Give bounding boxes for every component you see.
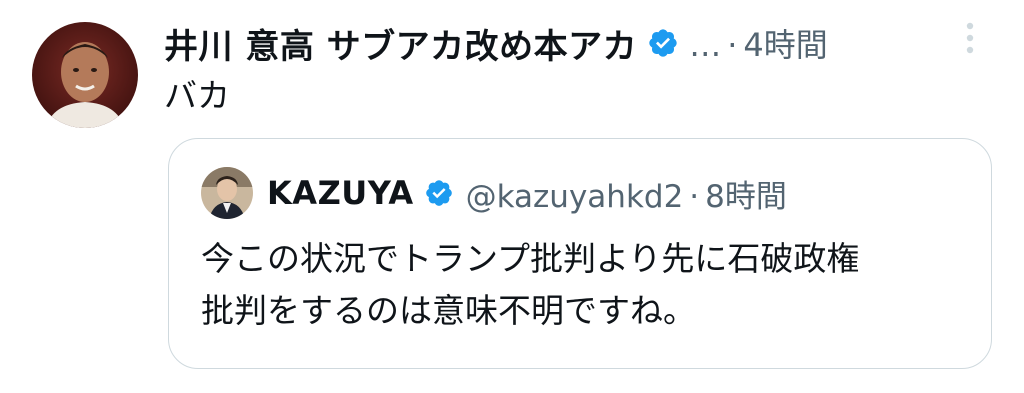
quoted-text-line: 今この状況でトランプ批判より先に石破政権 [201, 239, 860, 278]
verified-badge-icon[interactable] [647, 27, 679, 59]
quoted-author-handle[interactable]: @kazuyahkd2 [466, 179, 684, 215]
avatar-photo [201, 167, 253, 219]
quoted-tweet-timestamp[interactable]: 8時間 [705, 179, 787, 215]
tweet-timestamp[interactable]: 4時間 [743, 26, 827, 64]
meta-separator: · [689, 178, 700, 215]
quoted-tweet[interactable]: KAZUYA @kazuyahkd2 · 8時間 今この状況でトランプ批判より先に石… [168, 138, 992, 369]
author-avatar[interactable] [32, 22, 138, 128]
meta-separator: · [727, 26, 738, 64]
handle-ellipsis[interactable]: … [689, 26, 721, 64]
verified-badge-icon[interactable] [424, 178, 454, 208]
quoted-tweet-text: 今この状況でトランプ批判より先に石破政権 批判をするのは意味不明ですね。 [201, 233, 971, 337]
quoted-text-line: 批判をするのは意味不明ですね。 [201, 291, 696, 330]
quoted-author-avatar[interactable] [201, 167, 253, 219]
more-options-button[interactable] [948, 16, 992, 60]
tweet-text: バカ [164, 76, 230, 115]
avatar-photo [32, 22, 138, 128]
tweet-meta: … · 4時間 [689, 20, 828, 66]
quoted-tweet-header: KAZUYA @kazuyahkd2 · 8時間 [201, 165, 787, 221]
quoted-author-display-name[interactable]: KAZUYA [267, 174, 414, 212]
author-display-name[interactable]: 井川 意高 サブアカ改め本アカ [164, 19, 637, 68]
quoted-tweet-meta: @kazuyahkd2 · 8時間 [466, 171, 787, 216]
more-vertical-icon [966, 22, 974, 54]
tweet-header: 井川 意高 サブアカ改め本アカ … · 4時間 [164, 18, 828, 68]
tweet[interactable]: 井川 意高 サブアカ改め本アカ … · 4時間 バカ KAZUYA @kazuy… [0, 0, 1024, 393]
